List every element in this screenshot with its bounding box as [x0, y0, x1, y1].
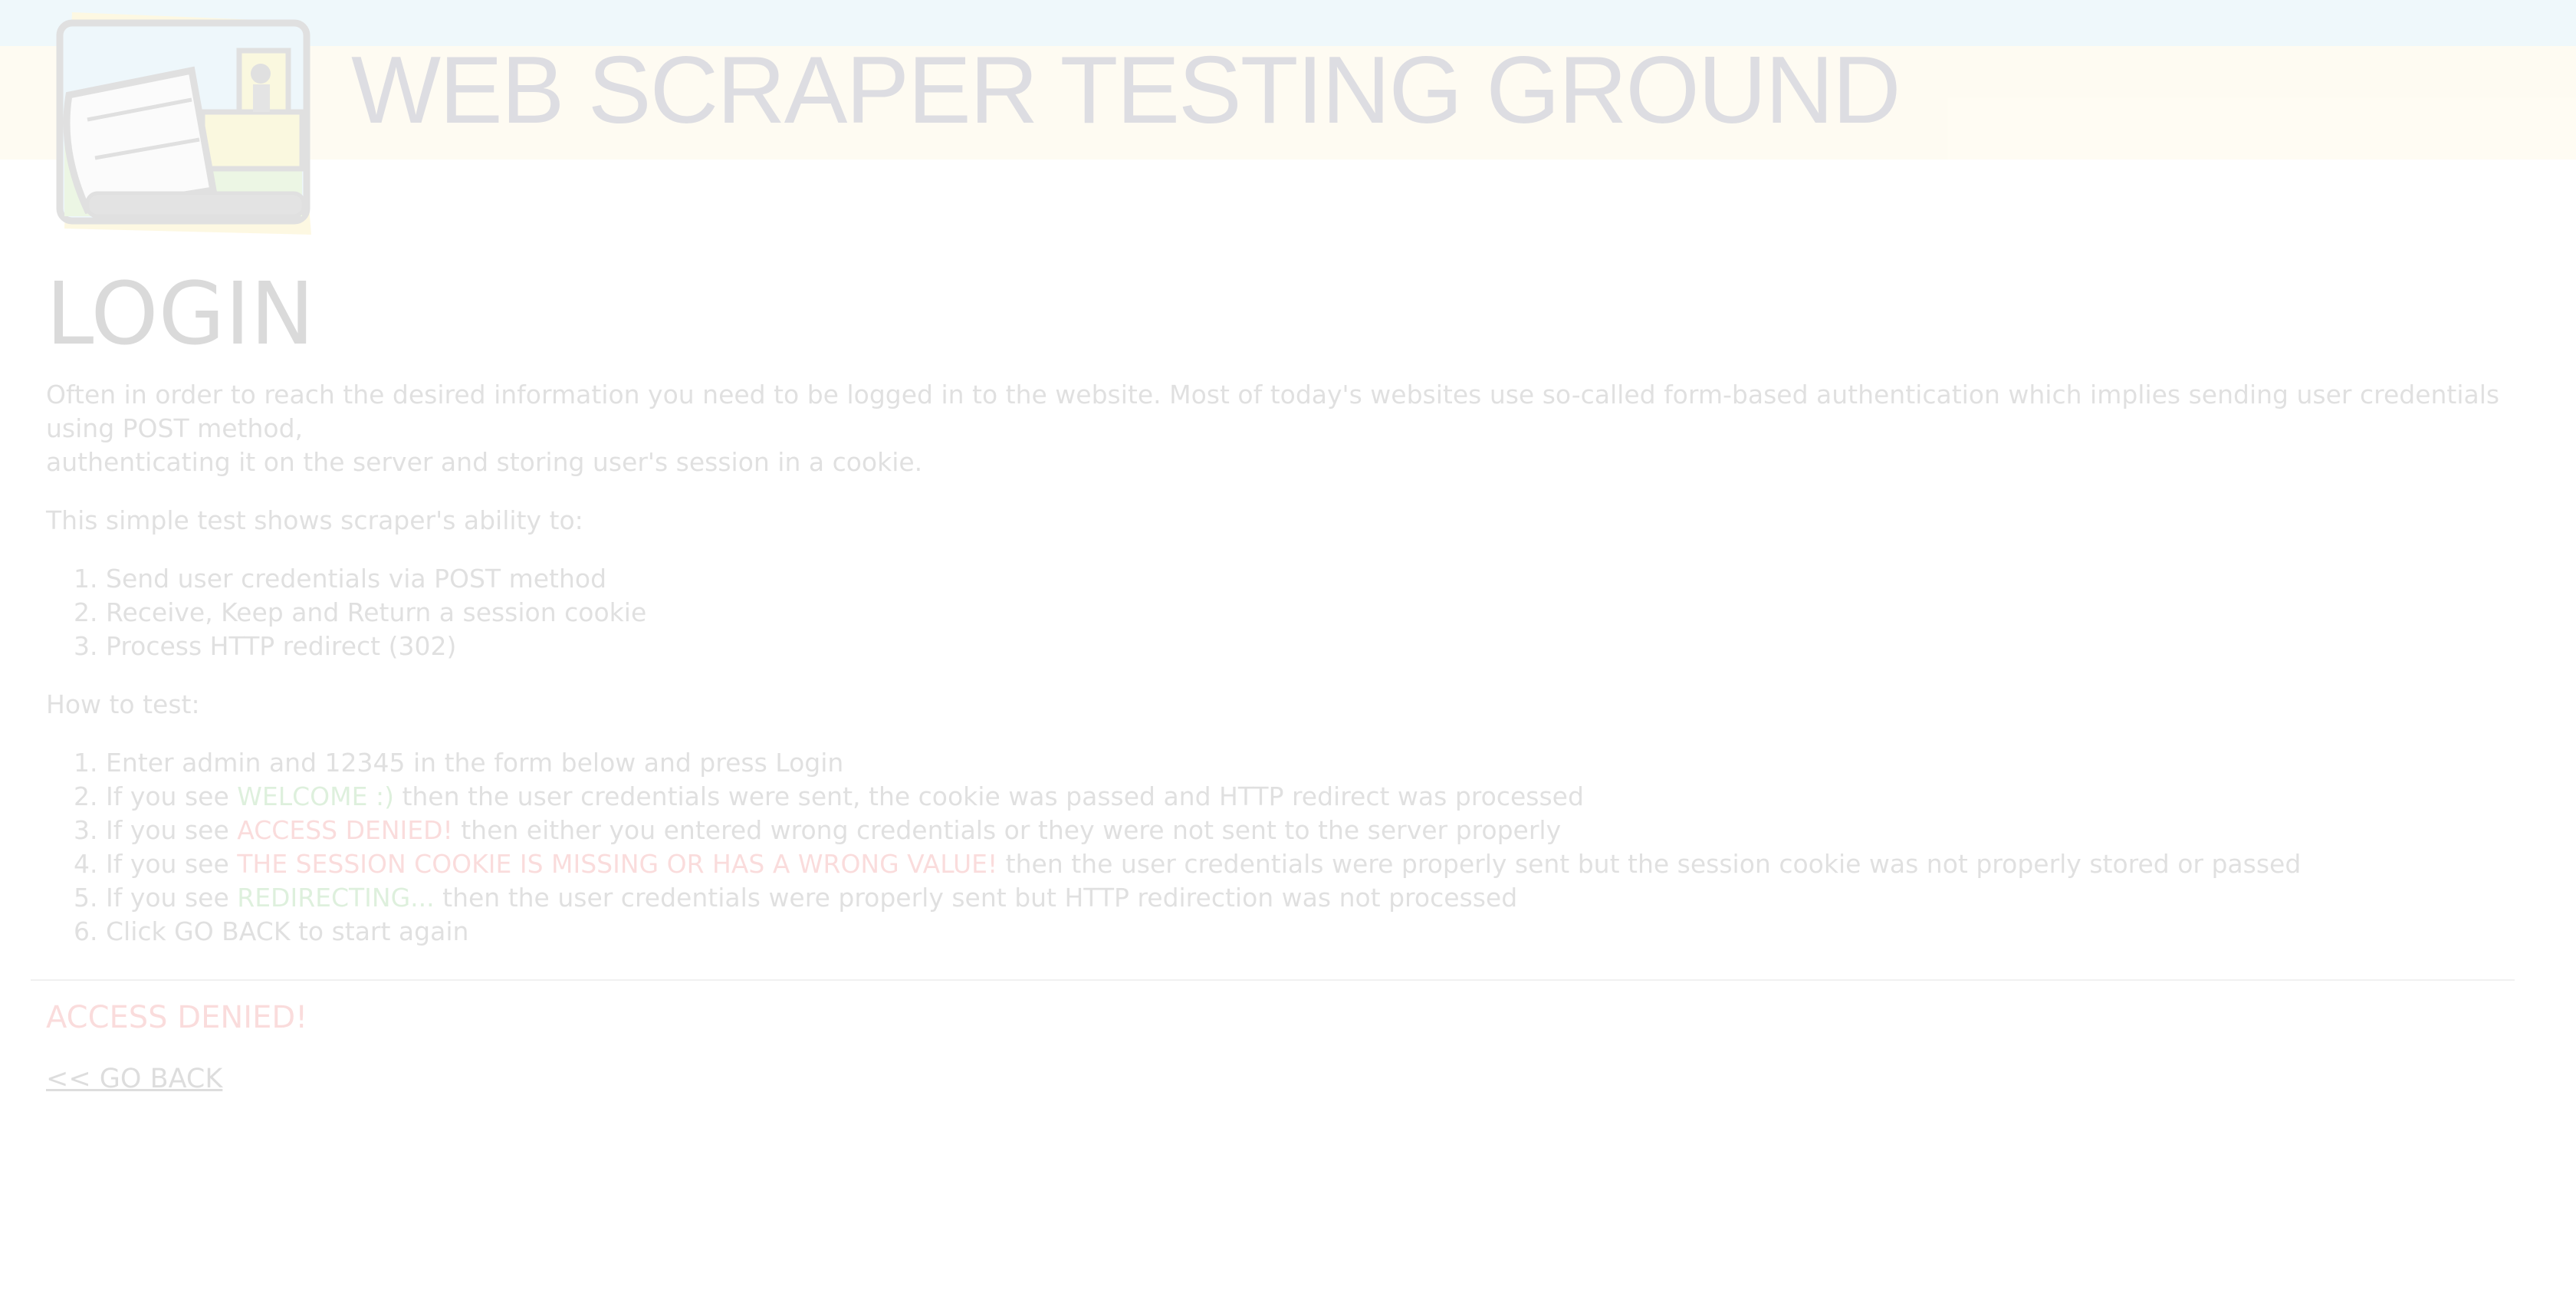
ability-list: Send user credentials via POST method Re…	[46, 562, 2515, 663]
page: WEB SCRAPER TESTING GROUND LOGIN Often i…	[0, 0, 2576, 1296]
list-item: Enter admin and 12345 in the form below …	[106, 746, 2515, 780]
list-item: If you see REDIRECTING... then the user …	[106, 881, 2515, 915]
step-prefix: If you see	[106, 848, 238, 879]
list-item: Send user credentials via POST method	[106, 562, 2515, 596]
ability-intro: This simple test shows scraper's ability…	[46, 505, 583, 535]
divider	[31, 979, 2515, 981]
access-denied-highlight: ACCESS DENIED!	[237, 814, 453, 845]
welcome-highlight: WELCOME :)	[237, 781, 394, 811]
intro-text-line-2: authenticating it on the server and stor…	[46, 446, 923, 477]
list-item: If you see THE SESSION COOKIE IS MISSING…	[106, 847, 2515, 881]
list-item: Click GO BACK to start again	[106, 915, 2515, 949]
intro-text-line-1: Often in order to reach the desired info…	[46, 379, 2500, 443]
step-suffix: then the user credentials were properly …	[434, 882, 1518, 913]
result-message: ACCESS DENIED!	[46, 999, 308, 1035]
list-item: Process HTTP redirect (302)	[106, 630, 2515, 663]
site-title: WEB SCRAPER TESTING GROUND	[351, 38, 1901, 143]
session-cookie-highlight: THE SESSION COOKIE IS MISSING OR HAS A W…	[237, 848, 998, 879]
page-heading: LOGIN	[46, 265, 315, 364]
step-suffix: then the user credentials were properly …	[997, 848, 2302, 879]
intro-paragraph: Often in order to reach the desired info…	[46, 378, 2515, 479]
bulldozer-logo-icon	[56, 12, 311, 235]
step-prefix: If you see	[106, 814, 238, 845]
steps-list: Enter admin and 12345 in the form below …	[46, 746, 2515, 949]
step-prefix: If you see	[106, 781, 238, 811]
step-suffix: then the user credentials were sent, the…	[393, 781, 1584, 811]
how-to-label: How to test:	[46, 689, 200, 719]
main-content: LOGIN Often in order to reach the desire…	[31, 265, 2515, 1096]
go-back-link[interactable]: << GO BACK	[46, 1064, 222, 1094]
step-suffix: then either you entered wrong credential…	[452, 814, 1562, 845]
redirecting-highlight: REDIRECTING...	[237, 882, 435, 913]
list-item: If you see WELCOME :) then the user cred…	[106, 780, 2515, 814]
step-prefix: If you see	[106, 882, 238, 913]
list-item: Receive, Keep and Return a session cooki…	[106, 596, 2515, 630]
list-item: If you see ACCESS DENIED! then either yo…	[106, 814, 2515, 847]
